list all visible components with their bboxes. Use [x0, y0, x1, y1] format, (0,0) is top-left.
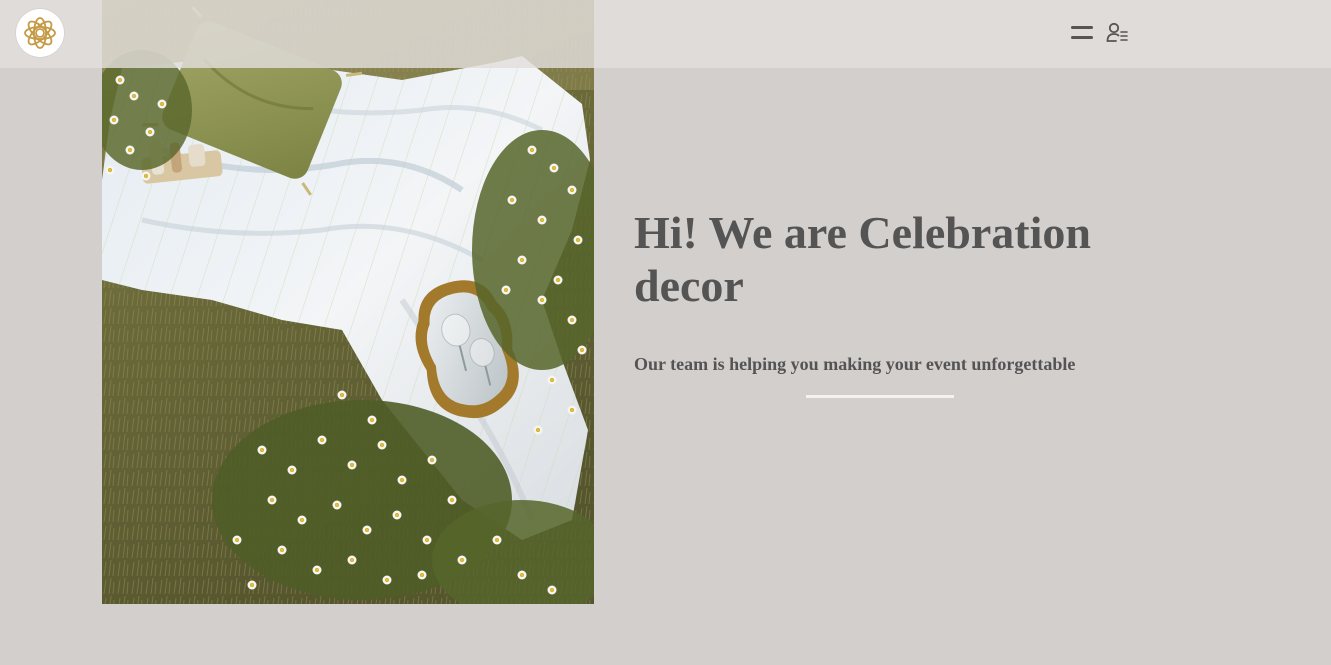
floral-mandala-logo-icon: [24, 17, 56, 49]
landing-page: Hi! We are Celebration decor Our team is…: [0, 0, 1331, 665]
hero-subtitle: Our team is helping you making your even…: [634, 354, 1076, 374]
top-navigation-bar: [0, 0, 1331, 68]
hero-text-block: Hi! We are Celebration decor Our team is…: [634, 206, 1114, 375]
menu-button[interactable]: [1069, 22, 1095, 44]
hamburger-menu-icon: [1071, 26, 1093, 29]
logo[interactable]: [16, 9, 64, 57]
user-list-icon: [1106, 22, 1128, 42]
account-button[interactable]: [1106, 22, 1130, 44]
hero-image: [102, 0, 594, 604]
hero-divider: [806, 395, 954, 398]
hamburger-menu-icon-bar: [1071, 36, 1093, 39]
hero-title: Hi! We are Celebration decor: [634, 207, 1091, 311]
